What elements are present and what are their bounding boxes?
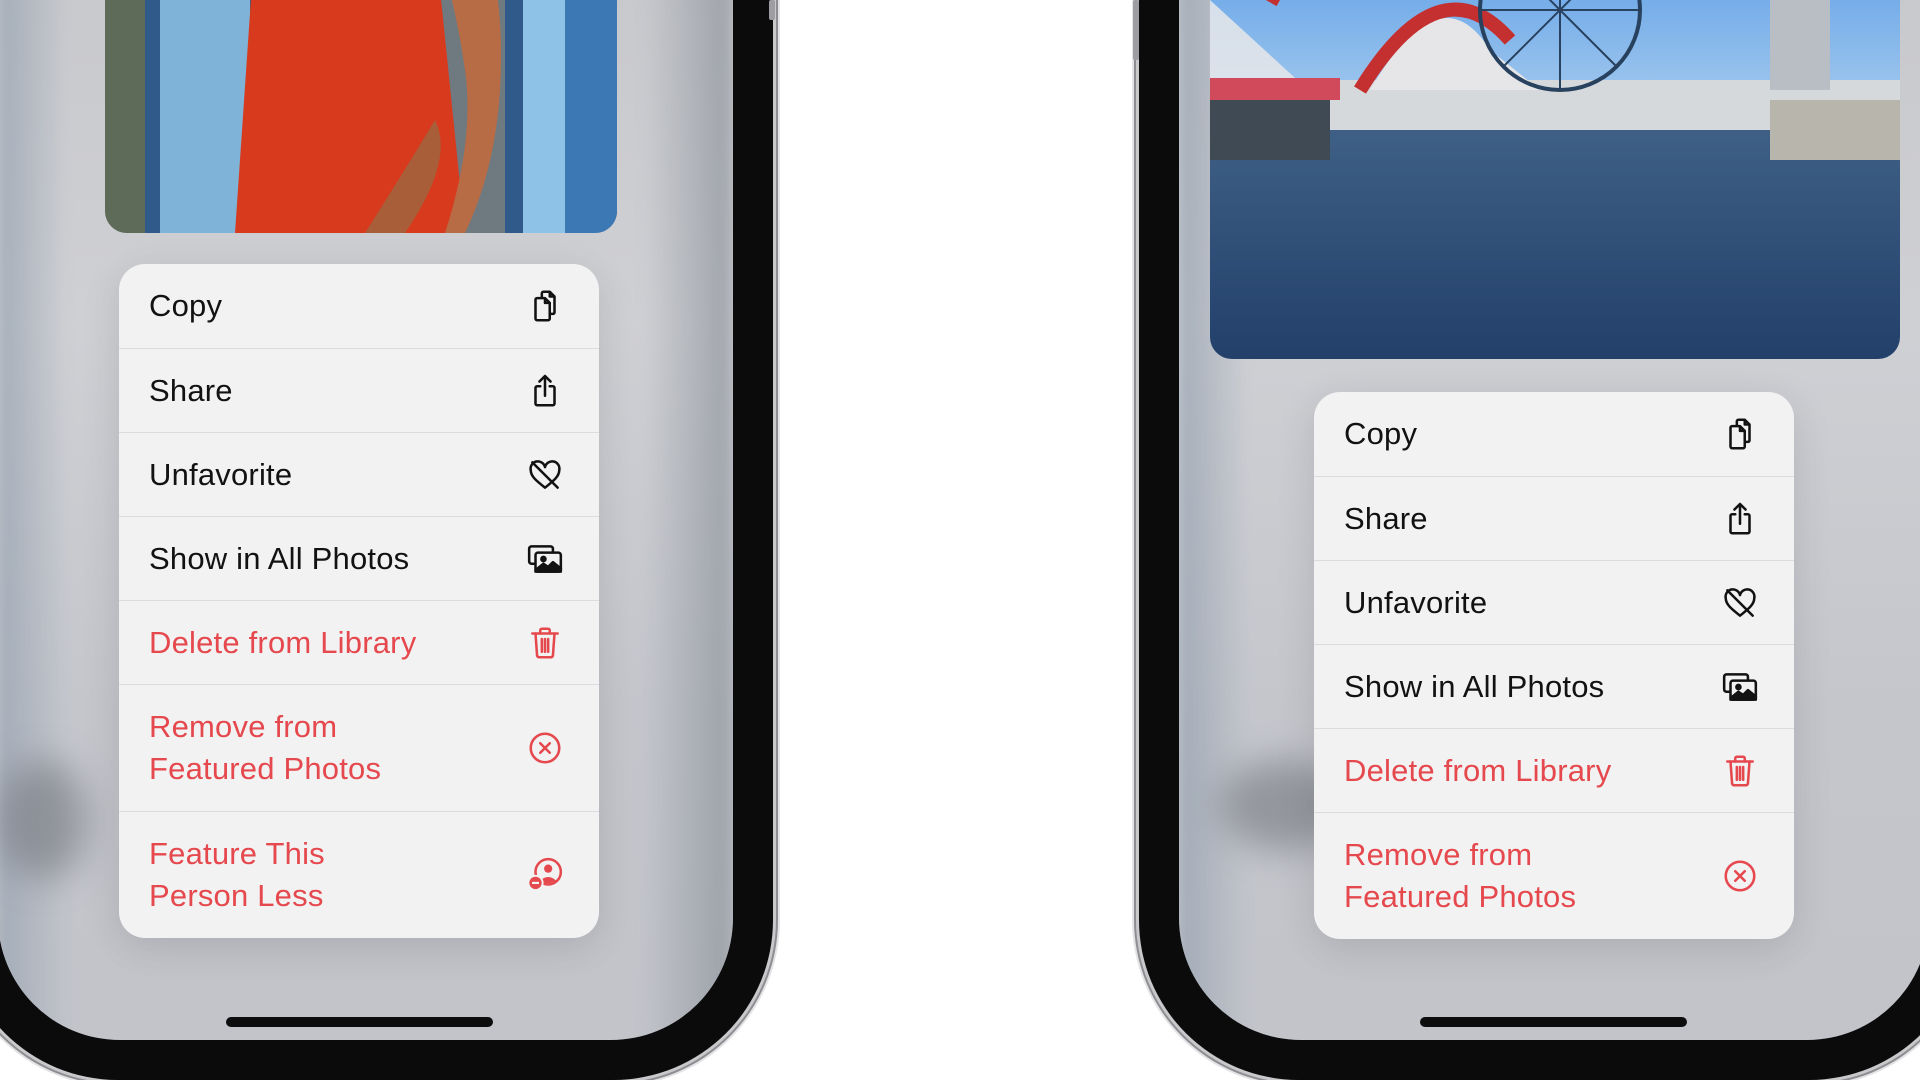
menu-item-remove-from-featured-photos[interactable]: Remove from Featured Photos — [119, 684, 599, 811]
menu-item-label: Share — [149, 372, 233, 408]
menu-item-label: Copy — [149, 288, 223, 323]
home-indicator[interactable] — [1420, 1017, 1687, 1027]
menu-item-label: Delete from Library — [149, 624, 417, 660]
menu-item-label: Delete from Library — [1344, 752, 1612, 788]
background-blur — [643, 0, 733, 1040]
photo-image — [1210, 0, 1900, 359]
photos-icon — [525, 539, 565, 579]
menu-item-unfavorite[interactable]: Unfavorite — [1314, 560, 1794, 644]
background-blur — [0, 0, 68, 1040]
menu-item-unfavorite[interactable]: Unfavorite — [119, 432, 599, 516]
side-button — [1133, 0, 1139, 60]
x-circle-icon — [1720, 856, 1760, 896]
menu-item-delete-from-library[interactable]: Delete from Library — [1314, 728, 1794, 812]
copy-icon — [1720, 414, 1760, 454]
context-menu: Copy Share Unfavorite Show in All Photos… — [119, 264, 599, 938]
trash-icon — [1720, 751, 1760, 791]
menu-item-remove-from-featured-photos[interactable]: Remove from Featured Photos — [1314, 812, 1794, 939]
menu-item-feature-this-person-less[interactable]: Feature This Person Less — [119, 811, 599, 938]
photo-preview-person[interactable] — [105, 0, 617, 233]
menu-item-share[interactable]: Share — [1314, 476, 1794, 560]
share-icon — [1720, 499, 1760, 539]
left-phone-screen: Copy Share Unfavorite Show in All Photos… — [0, 0, 733, 1040]
photo-preview-park[interactable] — [1210, 0, 1900, 359]
copy-icon — [525, 286, 565, 326]
photo-image — [105, 0, 617, 233]
right-phone: Copy Share Unfavorite Show in All Photos… — [1133, 0, 1920, 1080]
heart-slash-icon — [1720, 583, 1760, 623]
home-indicator[interactable] — [226, 1017, 493, 1027]
menu-item-label: Share — [1344, 500, 1428, 536]
side-button — [769, 0, 775, 20]
menu-item-label: Show in All Photos — [149, 540, 410, 576]
menu-item-label: Unfavorite — [1344, 584, 1488, 620]
menu-item-label: Unfavorite — [149, 456, 293, 492]
context-menu: Copy Share Unfavorite Show in All Photos… — [1314, 392, 1794, 939]
menu-item-label: Feature This Person Less — [149, 836, 325, 913]
right-phone-screen: Copy Share Unfavorite Show in All Photos… — [1179, 0, 1920, 1040]
menu-item-copy[interactable]: Copy — [119, 264, 599, 348]
x-circle-icon — [525, 728, 565, 768]
menu-item-show-in-all-photos[interactable]: Show in All Photos — [1314, 644, 1794, 728]
heart-slash-icon — [525, 455, 565, 495]
left-phone: Copy Share Unfavorite Show in All Photos… — [0, 0, 775, 1080]
menu-item-copy[interactable]: Copy — [1314, 392, 1794, 476]
share-icon — [525, 371, 565, 411]
menu-item-show-in-all-photos[interactable]: Show in All Photos — [119, 516, 599, 600]
background-blur — [0, 760, 88, 880]
menu-item-label: Copy — [1344, 416, 1418, 451]
photos-icon — [1720, 667, 1760, 707]
menu-item-delete-from-library[interactable]: Delete from Library — [119, 600, 599, 684]
menu-item-share[interactable]: Share — [119, 348, 599, 432]
menu-item-label: Show in All Photos — [1344, 668, 1605, 704]
person-minus-icon — [525, 855, 565, 895]
menu-item-label: Remove from Featured Photos — [149, 709, 382, 786]
trash-icon — [525, 623, 565, 663]
menu-item-label: Remove from Featured Photos — [1344, 837, 1577, 914]
